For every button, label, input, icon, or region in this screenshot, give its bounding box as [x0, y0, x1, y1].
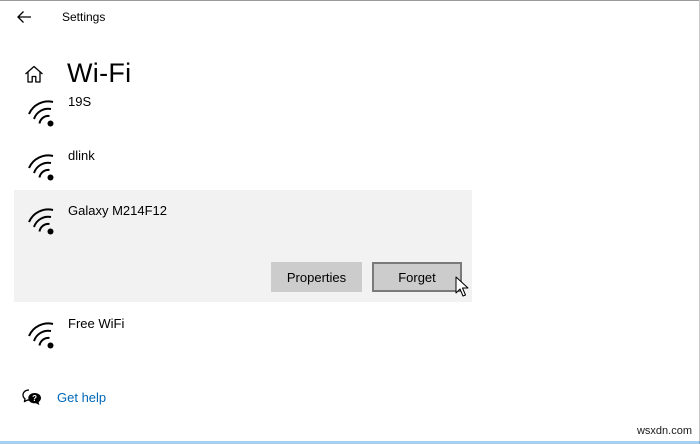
- network-item[interactable]: Free WiFi: [14, 304, 472, 354]
- network-item[interactable]: 19S: [14, 90, 472, 138]
- network-item-selected[interactable]: Galaxy M214F12 Properties Forget: [14, 190, 472, 302]
- home-icon: [25, 65, 43, 83]
- watermark: wsxdn.com: [636, 425, 692, 437]
- properties-button[interactable]: Properties: [271, 262, 362, 292]
- mouse-pointer-icon: [455, 276, 469, 297]
- title-bar: Settings: [0, 1, 699, 33]
- network-name: 19S: [68, 94, 92, 109]
- wifi-signal-icon: [28, 322, 54, 349]
- network-name: dlink: [68, 148, 95, 163]
- wifi-signal-icon: [28, 100, 54, 127]
- network-item[interactable]: dlink: [14, 140, 472, 188]
- back-arrow-icon: [17, 11, 31, 23]
- get-help-link[interactable]: ? Get help: [22, 386, 106, 408]
- wifi-signal-icon: [28, 208, 54, 235]
- forget-button[interactable]: Forget: [372, 262, 462, 292]
- wifi-signal-icon: [28, 154, 54, 181]
- home-button[interactable]: [20, 62, 48, 86]
- network-name: Free WiFi: [68, 316, 125, 331]
- svg-text:?: ?: [32, 394, 37, 403]
- page-title: Wi-Fi: [67, 58, 132, 88]
- get-help-label: Get help: [57, 389, 107, 405]
- help-chat-icon: ?: [22, 389, 41, 405]
- network-name: Galaxy M214F12: [68, 203, 167, 218]
- back-button[interactable]: [8, 3, 40, 31]
- window-title: Settings: [62, 10, 106, 24]
